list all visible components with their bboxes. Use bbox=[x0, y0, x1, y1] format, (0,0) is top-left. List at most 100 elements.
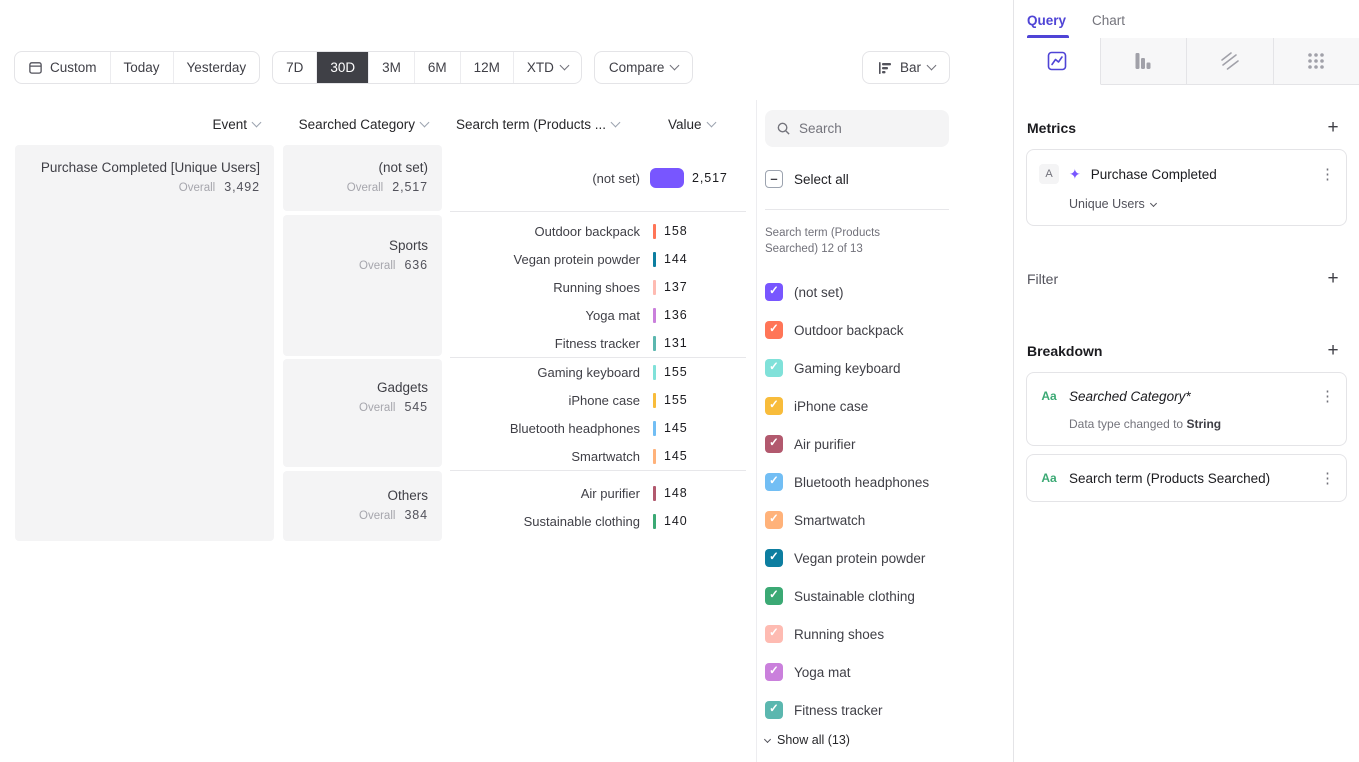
kebab-menu-icon[interactable] bbox=[1320, 387, 1334, 405]
value-label: 145 bbox=[664, 421, 688, 435]
value-bar[interactable] bbox=[653, 449, 656, 464]
checkbox[interactable] bbox=[765, 397, 783, 415]
chart-type-button[interactable]: Bar bbox=[862, 51, 950, 84]
search-term-label: Air purifier bbox=[450, 486, 640, 501]
value-bar[interactable] bbox=[650, 168, 684, 188]
checkbox[interactable] bbox=[765, 587, 783, 605]
legend-item[interactable]: Smartwatch bbox=[765, 501, 1013, 539]
checkbox[interactable] bbox=[765, 359, 783, 377]
checkbox[interactable] bbox=[765, 435, 783, 453]
search-input[interactable] bbox=[799, 121, 938, 136]
range-6m-button[interactable]: 6M bbox=[415, 52, 461, 83]
show-all-button[interactable]: Show all (13) bbox=[765, 733, 1013, 747]
category-cell: Gadgets Overall545 bbox=[283, 359, 442, 467]
value-bar[interactable] bbox=[653, 252, 656, 267]
value-bar[interactable] bbox=[653, 308, 656, 323]
checkbox[interactable] bbox=[765, 701, 783, 719]
value-label: 148 bbox=[664, 486, 688, 500]
add-breakdown-button[interactable] bbox=[1320, 338, 1346, 364]
breakdown-name[interactable]: Search term (Products Searched) bbox=[1069, 471, 1310, 486]
compare-button[interactable]: Compare bbox=[594, 51, 694, 84]
tab-chart[interactable]: Chart bbox=[1092, 13, 1125, 38]
event-overall-value: 3,492 bbox=[224, 180, 260, 194]
chevron-down-icon bbox=[611, 118, 621, 128]
table-row: Yoga mat 136 bbox=[450, 301, 746, 329]
table-row: Running shoes 137 bbox=[450, 273, 746, 301]
range-12m-button[interactable]: 12M bbox=[461, 52, 514, 83]
metric-name[interactable]: Purchase Completed bbox=[1091, 167, 1310, 182]
legend-panel: Select all Search term (Products Searche… bbox=[756, 100, 1013, 762]
legend-item[interactable]: (not set) bbox=[765, 273, 1013, 311]
breakdown-card[interactable]: Searched Category* Data type changed to … bbox=[1026, 372, 1347, 446]
event-cell: Purchase Completed [Unique Users] Overal… bbox=[15, 145, 274, 541]
today-label: Today bbox=[124, 60, 160, 75]
divider bbox=[450, 470, 746, 471]
legend-item[interactable]: Bluetooth headphones bbox=[765, 463, 1013, 501]
calendar-icon bbox=[28, 60, 43, 75]
value-label: 131 bbox=[664, 336, 688, 350]
legend-item[interactable]: Fitness tracker bbox=[765, 691, 1013, 729]
legend-item[interactable]: Vegan protein powder bbox=[765, 539, 1013, 577]
select-all-row[interactable]: Select all bbox=[765, 169, 1013, 189]
range-xtd-button[interactable]: XTD bbox=[514, 52, 581, 83]
measurement-dropdown[interactable]: Unique Users bbox=[1069, 197, 1334, 211]
breakdown-note-value: String bbox=[1186, 417, 1221, 431]
legend-item[interactable]: Yoga mat bbox=[765, 653, 1013, 691]
tab-insights[interactable] bbox=[1014, 38, 1101, 85]
tab-funnels[interactable] bbox=[1101, 38, 1188, 85]
column-header-term[interactable]: Search term (Products ... bbox=[456, 117, 646, 132]
table-row: (not set) 2,517 bbox=[450, 164, 746, 192]
value-bar[interactable] bbox=[653, 421, 656, 436]
legend-item[interactable]: Outdoor backpack bbox=[765, 311, 1013, 349]
search-term-label: Vegan protein powder bbox=[450, 252, 640, 267]
report-type-tabs bbox=[1014, 38, 1359, 85]
checkbox[interactable] bbox=[765, 549, 783, 567]
kebab-menu-icon[interactable] bbox=[1320, 165, 1334, 183]
kebab-menu-icon[interactable] bbox=[1320, 469, 1334, 487]
checkbox[interactable] bbox=[765, 321, 783, 339]
metric-card[interactable]: A Purchase Completed Unique Users bbox=[1026, 149, 1347, 226]
column-header-value[interactable]: Value bbox=[668, 117, 728, 132]
range-30d-button[interactable]: 30D bbox=[317, 52, 369, 83]
table-row: Outdoor backpack 158 bbox=[450, 217, 746, 245]
search-term-label: (not set) bbox=[450, 171, 640, 186]
add-metric-button[interactable] bbox=[1320, 115, 1346, 141]
value-bar[interactable] bbox=[653, 393, 656, 408]
breakdown-card[interactable]: Search term (Products Searched) bbox=[1026, 454, 1347, 502]
search-box[interactable] bbox=[765, 110, 949, 147]
value-bar[interactable] bbox=[653, 280, 656, 295]
checkbox[interactable] bbox=[765, 511, 783, 529]
legend-item[interactable]: Air purifier bbox=[765, 425, 1013, 463]
checkbox[interactable] bbox=[765, 283, 783, 301]
value-bar[interactable] bbox=[653, 486, 656, 501]
checkbox[interactable] bbox=[765, 473, 783, 491]
table-row: Air purifier 148 bbox=[450, 479, 746, 507]
value-bar[interactable] bbox=[653, 514, 656, 529]
add-filter-button[interactable] bbox=[1320, 266, 1346, 292]
value-bar[interactable] bbox=[653, 365, 656, 380]
select-all-checkbox[interactable] bbox=[765, 170, 783, 188]
breakdown-section-header: Breakdown bbox=[1014, 338, 1359, 364]
category-cell: Others Overall384 bbox=[283, 471, 442, 541]
yesterday-button[interactable]: Yesterday bbox=[174, 52, 260, 83]
chevron-down-icon bbox=[927, 61, 937, 71]
legend-item[interactable]: Gaming keyboard bbox=[765, 349, 1013, 387]
breakdown-note: Data type changed to String bbox=[1069, 417, 1334, 431]
tab-flows[interactable] bbox=[1187, 38, 1274, 85]
column-header-event[interactable]: Event bbox=[15, 117, 260, 132]
checkbox[interactable] bbox=[765, 625, 783, 643]
today-button[interactable]: Today bbox=[111, 52, 174, 83]
value-bar[interactable] bbox=[653, 224, 656, 239]
value-bar[interactable] bbox=[653, 336, 656, 351]
breakdown-name[interactable]: Searched Category* bbox=[1069, 389, 1310, 404]
legend-item[interactable]: iPhone case bbox=[765, 387, 1013, 425]
range-3m-button[interactable]: 3M bbox=[369, 52, 415, 83]
column-header-category[interactable]: Searched Category bbox=[283, 117, 428, 132]
range-7d-button[interactable]: 7D bbox=[273, 52, 317, 83]
checkbox[interactable] bbox=[765, 663, 783, 681]
legend-item[interactable]: Running shoes bbox=[765, 615, 1013, 653]
tab-retention[interactable] bbox=[1274, 38, 1359, 85]
bar-chart-icon bbox=[877, 60, 893, 76]
custom-date-button[interactable]: Custom bbox=[15, 52, 111, 83]
legend-item[interactable]: Sustainable clothing bbox=[765, 577, 1013, 615]
